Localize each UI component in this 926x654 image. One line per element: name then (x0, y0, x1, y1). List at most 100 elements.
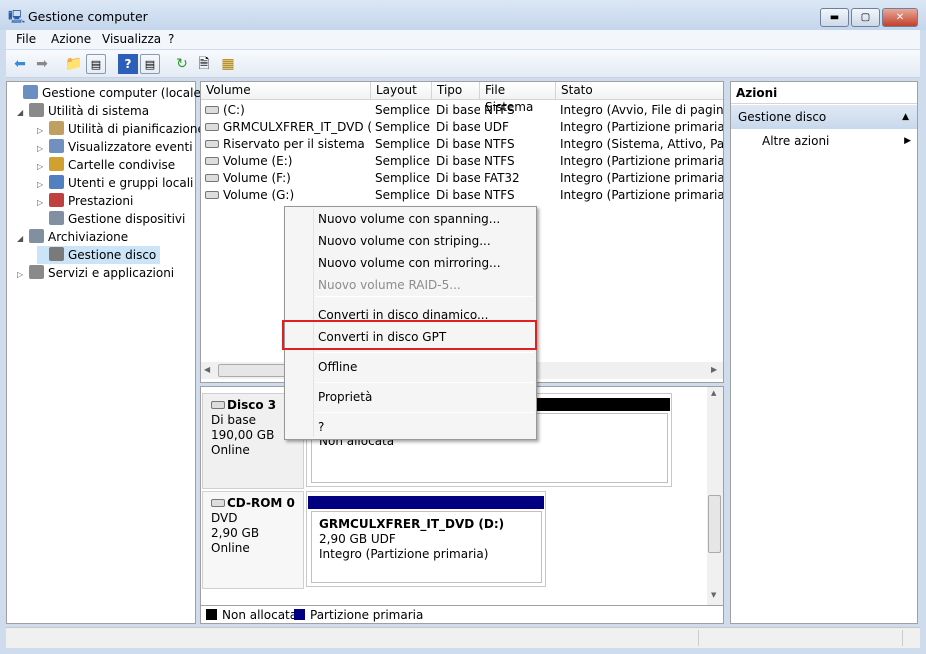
menu-file[interactable]: File (16, 32, 36, 46)
legend-label: Partizione primaria (310, 608, 424, 622)
menu-azione[interactable]: Azione (51, 32, 91, 46)
scroll-down-icon[interactable]: ▼ (711, 591, 716, 599)
menu-visualizza[interactable]: Visualizza (102, 32, 161, 46)
back-icon[interactable]: ⬅ (10, 54, 30, 74)
highlight-box (282, 320, 537, 350)
menu-bar: File Azione Visualizza ? (6, 30, 920, 49)
table-row[interactable]: Riservato per il sistema Semplice Di base N… (201, 136, 723, 153)
tree-item[interactable]: Gestione disco (37, 246, 161, 264)
cell-text: Volume (G:) (223, 188, 295, 202)
menu-help[interactable]: ? (168, 32, 174, 46)
column-header[interactable]: Layout (371, 82, 432, 100)
table-cell: Integro (Partizione primaria) (556, 187, 723, 204)
column-header[interactable]: Volume (201, 82, 371, 100)
table-cell: Semplice (371, 102, 432, 119)
table-row[interactable]: (C:) Semplice Di base NTFS Integro (Avvio, F… (201, 102, 723, 119)
show-hide-action-icon[interactable]: ▤ (140, 54, 160, 74)
table-cell: Volume (G:) (201, 187, 371, 204)
tree-item-label: Prestazioni (68, 194, 134, 208)
tree-item[interactable]: ▷ Servizi e applicazioni (17, 264, 174, 282)
scroll-left-icon[interactable]: ◀ (204, 365, 210, 374)
column-header[interactable]: Tipo (432, 82, 480, 100)
partition-box[interactable]: GRMCULXFRER_IT_DVD (D:) 2,90 GB UDF Integr… (311, 511, 542, 583)
cell-text: Integro (Partizione primaria) (560, 154, 724, 168)
menu-item-[interactable]: ? (318, 420, 324, 434)
scroll-up-icon[interactable]: ▲ (711, 389, 716, 397)
table-cell: Semplice (371, 170, 432, 187)
tree-node-icon (49, 139, 64, 153)
up-folder-icon[interactable]: 📁 (64, 54, 84, 74)
table-row[interactable]: Volume (E:) Semplice Di base NTFS Integro (P… (201, 153, 723, 170)
action-label: Altre azioni (762, 134, 830, 148)
cell-text: FAT32 (484, 171, 520, 185)
toolbar: ⬅ ➡ 📁 ▤ ? ▤ ↻ 🗎 ▦ (6, 50, 920, 78)
table-cell: GRMCULXFRER_IT_DVD (D:) (201, 119, 371, 136)
maximize-button[interactable]: ▢ (851, 8, 880, 27)
table-cell: Di base (432, 187, 480, 204)
table-cell: Volume (F:) (201, 170, 371, 187)
cell-text: Semplice (375, 188, 430, 202)
partition-area[interactable]: GRMCULXFRER_IT_DVD (D:) 2,90 GB UDF Integr… (306, 491, 546, 587)
table-row[interactable]: Volume (F:) Semplice Di base FAT32 Integro (… (201, 170, 723, 187)
tree-item[interactable]: ◢ Archiviazione (17, 228, 128, 246)
cell-text: Di base (436, 103, 480, 117)
cell-text: NTFS (484, 137, 515, 151)
tree-item[interactable]: Gestione dispositivi (37, 210, 185, 228)
partition-bar (308, 496, 544, 509)
tree-item[interactable]: ▷ Prestazioni (37, 192, 133, 210)
refresh-icon[interactable]: ↻ (172, 54, 192, 74)
tree-node-icon (49, 157, 64, 171)
menu-item-nuovo-volume-con-mirroring[interactable]: Nuovo volume con mirroring... (318, 256, 501, 270)
tree-item[interactable]: Gestione computer (locale) (11, 84, 206, 102)
table-row[interactable]: GRMCULXFRER_IT_DVD (D:) Semplice Di base UD… (201, 119, 723, 136)
tree-item-label: Gestione dispositivi (68, 212, 186, 226)
expanded-arrow-icon[interactable]: ◢ (17, 230, 29, 248)
menu-item-offline[interactable]: Offline (318, 360, 357, 374)
actions-section-gestione-disco[interactable]: Gestione disco ▲ (731, 105, 917, 129)
cell-text: NTFS (484, 154, 515, 168)
column-header[interactable]: File Sistema (480, 82, 556, 114)
cell-text: Di base (436, 154, 480, 168)
collapse-icon[interactable]: ▲ (902, 105, 909, 129)
show-hide-tree-icon[interactable]: ▤ (86, 54, 106, 74)
expanded-arrow-icon[interactable]: ◢ (17, 104, 29, 122)
vertical-scrollbar[interactable]: ▲ ▼ (707, 387, 723, 605)
tree-item[interactable]: ▷ Visualizzatore eventi (37, 138, 193, 156)
settings-icon[interactable]: ▦ (218, 54, 238, 74)
cell-text: GRMCULXFRER_IT_DVD (D:) (223, 120, 371, 134)
expand-arrow-icon[interactable]: ▷ (17, 266, 29, 284)
menu-item-propriet[interactable]: Proprietà (318, 390, 372, 404)
disk-name-text: CD-ROM 0 (227, 496, 295, 510)
title-bar: 🖳 Gestione computer ▬ ▢ ✕ (0, 0, 926, 30)
table-cell: Di base (432, 102, 480, 119)
disk-label[interactable]: CD-ROM 0 DVD 2,90 GB Online (202, 491, 304, 589)
tree-item[interactable]: ▷ Utenti e gruppi locali (37, 174, 193, 192)
tree-item-label: Cartelle condivise (68, 158, 176, 172)
cell-text: Integro (Sistema, Attivo, Partizi (560, 137, 724, 151)
scroll-right-icon[interactable]: ▶ (711, 365, 717, 374)
tree-node-icon (49, 211, 64, 225)
tree-item[interactable]: ▷ Cartelle condivise (37, 156, 175, 174)
cell-text: Di base (436, 171, 480, 185)
table-row[interactable]: Volume (G:) Semplice Di base NTFS Integro (P… (201, 187, 723, 204)
forward-icon[interactable]: ➡ (32, 54, 52, 74)
menu-item-nuovo-volume-con-spanning[interactable]: Nuovo volume con spanning... (318, 212, 500, 226)
status-divider (902, 630, 903, 646)
minimize-button[interactable]: ▬ (820, 8, 849, 27)
tree-item[interactable]: ▷ Utilità di pianificazione (37, 120, 205, 138)
tree-item[interactable]: ◢ Utilità di sistema (17, 102, 149, 120)
tree-item-label: Gestione computer (locale) (42, 86, 206, 100)
cell-text: NTFS (484, 188, 515, 202)
action-altre-azioni[interactable]: Altre azioni ▶ (762, 132, 917, 150)
menu-item-nuovo-volume-con-striping[interactable]: Nuovo volume con striping... (318, 234, 491, 248)
help-icon[interactable]: ? (118, 54, 138, 74)
properties-icon[interactable]: 🗎 (194, 54, 214, 74)
cell-text: Riservato per il sistema (223, 137, 365, 151)
scroll-thumb[interactable] (708, 495, 721, 553)
close-button[interactable]: ✕ (882, 8, 918, 27)
table-cell: UDF (480, 119, 556, 136)
drive-icon (205, 123, 219, 131)
context-menu: Nuovo volume con spanning... Nuovo volume… (282, 206, 537, 440)
column-header[interactable]: Stato (556, 82, 723, 100)
partition-desc: Integro (Partizione primaria) (319, 547, 489, 561)
